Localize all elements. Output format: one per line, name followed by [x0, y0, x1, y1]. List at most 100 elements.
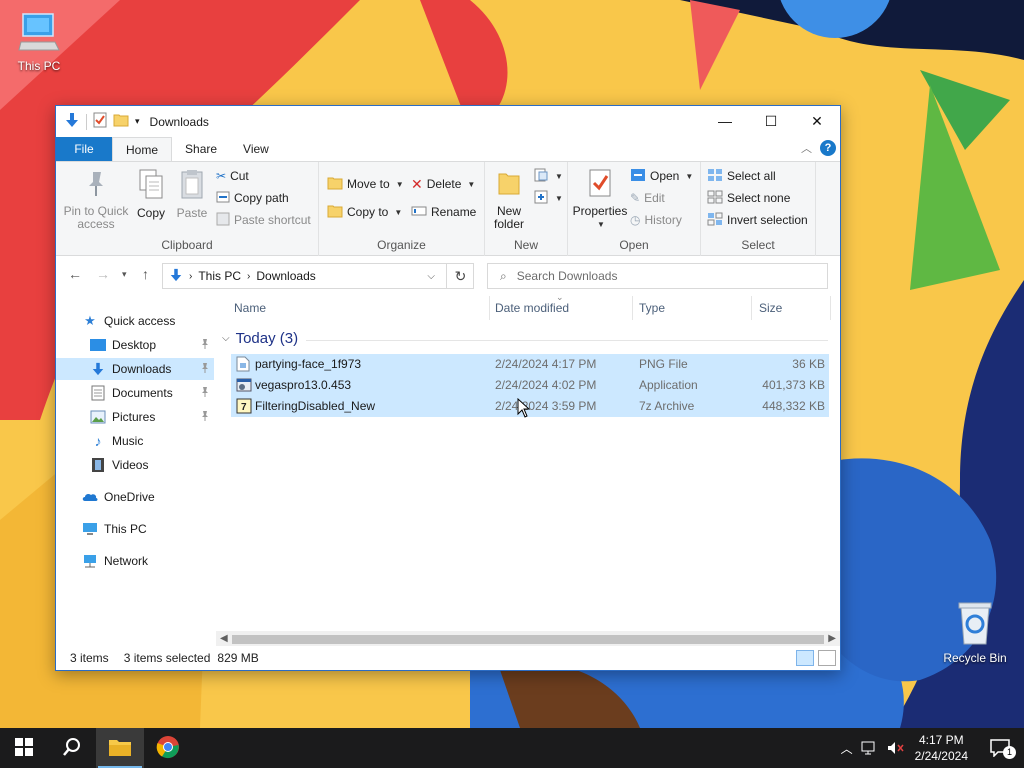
table-row[interactable]: vegaspro13.0.453 2/24/2024 4:02 PM Appli…	[231, 375, 829, 396]
show-hidden-icons-icon[interactable]: ︿	[841, 740, 853, 757]
breadcrumb-this-pc[interactable]: This PC	[198, 269, 241, 283]
back-arrow-icon[interactable]: ←	[68, 266, 82, 282]
move-to-label: Move to	[347, 177, 390, 191]
cut-label: Cut	[230, 169, 249, 183]
group-header-today[interactable]: ⌵ Today (3)	[222, 330, 298, 347]
recent-locations-icon[interactable]: ▾	[122, 269, 127, 280]
rename-button[interactable]: Rename	[411, 202, 476, 222]
title-bar[interactable]: ▾ Downloads — ☐ ✕	[56, 106, 840, 137]
search-input[interactable]: ⌕ Search Downloads	[487, 263, 828, 289]
table-row[interactable]: partying-face_1f973 2/24/2024 4:17 PM PN…	[231, 354, 829, 375]
large-icons-view-icon[interactable]	[818, 650, 836, 666]
start-button[interactable]	[0, 728, 48, 768]
quick-access-toolbar: ▾	[56, 112, 140, 131]
history-button[interactable]: ◷ History	[630, 210, 682, 230]
copy-path-button[interactable]: Copy path	[216, 188, 289, 208]
delete-x-icon: ✕	[411, 175, 423, 192]
desktop-icon-this-pc[interactable]: This PC	[1, 10, 77, 73]
nav-quick-access[interactable]: ★ Quick access	[56, 310, 214, 332]
scroll-thumb[interactable]	[232, 635, 824, 644]
collapse-ribbon-icon[interactable]: ︿	[801, 140, 812, 156]
notification-count-badge: 1	[1003, 746, 1016, 759]
close-button[interactable]: ✕	[794, 106, 840, 136]
file-type: 7z Archive	[639, 399, 695, 413]
details-view-icon[interactable]	[796, 650, 814, 666]
pin-icon	[62, 168, 130, 201]
breadcrumb-downloads[interactable]: Downloads	[256, 269, 315, 283]
clock[interactable]: 4:17 PM 2/24/2024	[915, 732, 968, 764]
copy-button[interactable]: Copy	[134, 168, 168, 220]
copy-folder-icon	[327, 204, 343, 221]
qat-dropdown-icon[interactable]: ▾	[135, 116, 140, 127]
pin-icon	[200, 338, 210, 353]
search-button[interactable]	[48, 728, 96, 768]
nav-documents[interactable]: Documents	[56, 382, 214, 404]
scroll-left-icon[interactable]: ◀	[220, 633, 228, 644]
tab-home[interactable]: Home	[112, 137, 173, 162]
invert-selection-label: Invert selection	[727, 213, 808, 227]
select-none-button[interactable]: Select none	[707, 188, 790, 208]
taskbar-chrome[interactable]	[144, 728, 192, 768]
scroll-right-icon[interactable]: ▶	[828, 633, 836, 644]
open-button[interactable]: Open ▼	[630, 166, 693, 186]
edit-button[interactable]: ✎ Edit	[630, 188, 665, 208]
address-dropdown-icon[interactable]: ⌵	[427, 271, 435, 282]
address-bar[interactable]: › This PC › Downloads ⌵	[162, 263, 474, 289]
rename-icon	[411, 205, 427, 220]
search-icon: ⌕	[500, 268, 507, 283]
desktop-icon-recycle-bin[interactable]: Recycle Bin	[937, 600, 1013, 665]
paste-shortcut-button[interactable]: Paste shortcut	[216, 210, 311, 230]
up-arrow-icon[interactable]: ↑	[142, 266, 149, 282]
tab-share[interactable]: Share	[172, 137, 230, 161]
column-divider	[751, 296, 752, 320]
network-icon[interactable]	[861, 741, 879, 755]
selected-size: 829 MB	[217, 651, 259, 665]
star-icon: ★	[84, 313, 96, 328]
clipboard-group: Pin to Quick access Copy Paste ✂ Cut Cop…	[56, 162, 319, 256]
paste-button[interactable]: Paste	[174, 168, 210, 220]
table-row[interactable]: 7 FilteringDisabled_New 2/24/2024 3:59 P…	[231, 396, 829, 417]
nav-onedrive[interactable]: OneDrive	[56, 486, 214, 508]
notifications-icon[interactable]: 1	[990, 739, 1016, 759]
nav-label: Documents	[112, 386, 173, 400]
status-bar: 3 items 3 items selected 829 MB	[56, 646, 840, 670]
delete-button[interactable]: ✕ Delete ▼	[411, 174, 475, 194]
column-divider	[489, 296, 490, 320]
help-icon[interactable]: ?	[820, 140, 836, 156]
new-item-button[interactable]: ▼	[533, 166, 563, 186]
properties-button[interactable]: Properties ▼	[572, 168, 628, 231]
cut-button[interactable]: ✂ Cut	[216, 166, 249, 186]
new-folder-icon[interactable]	[113, 113, 129, 130]
volume-muted-icon[interactable]	[887, 741, 905, 755]
nav-label: Downloads	[112, 362, 172, 376]
copy-to-button[interactable]: Copy to ▼	[327, 202, 402, 222]
properties-icon[interactable]	[93, 112, 107, 131]
scissors-icon: ✂	[216, 169, 227, 183]
pin-to-quick-access-button[interactable]: Pin to Quick access	[62, 168, 130, 231]
maximize-button[interactable]: ☐	[748, 106, 794, 136]
tab-view[interactable]: View	[230, 137, 282, 161]
easy-access-button[interactable]: ▼	[533, 188, 563, 208]
forward-arrow-icon[interactable]: →	[96, 266, 110, 282]
nav-this-pc[interactable]: This PC	[56, 518, 214, 540]
window-title: Downloads	[149, 114, 209, 129]
open-label: Open	[650, 169, 680, 183]
column-header-name[interactable]: Name	[234, 296, 266, 320]
nav-network[interactable]: Network	[56, 550, 214, 572]
nav-pictures[interactable]: Pictures	[56, 406, 214, 428]
nav-music[interactable]: ♪ Music	[56, 430, 214, 452]
nav-videos[interactable]: Videos	[56, 454, 214, 476]
tab-file[interactable]: File	[56, 137, 112, 161]
select-all-button[interactable]: Select all	[707, 166, 776, 186]
refresh-button[interactable]: ↻	[446, 263, 474, 289]
taskbar-file-explorer[interactable]	[96, 728, 144, 768]
invert-selection-button[interactable]: Invert selection	[707, 210, 808, 230]
nav-downloads[interactable]: Downloads	[56, 358, 214, 380]
music-note-icon: ♪	[94, 433, 102, 449]
minimize-button[interactable]: —	[702, 106, 748, 136]
move-to-button[interactable]: Move to ▼	[327, 174, 404, 194]
nav-desktop[interactable]: Desktop	[56, 334, 214, 356]
column-header-size[interactable]: Size	[759, 296, 782, 320]
column-header-type[interactable]: Type	[639, 296, 665, 320]
new-folder-button[interactable]: New folder	[491, 168, 527, 231]
